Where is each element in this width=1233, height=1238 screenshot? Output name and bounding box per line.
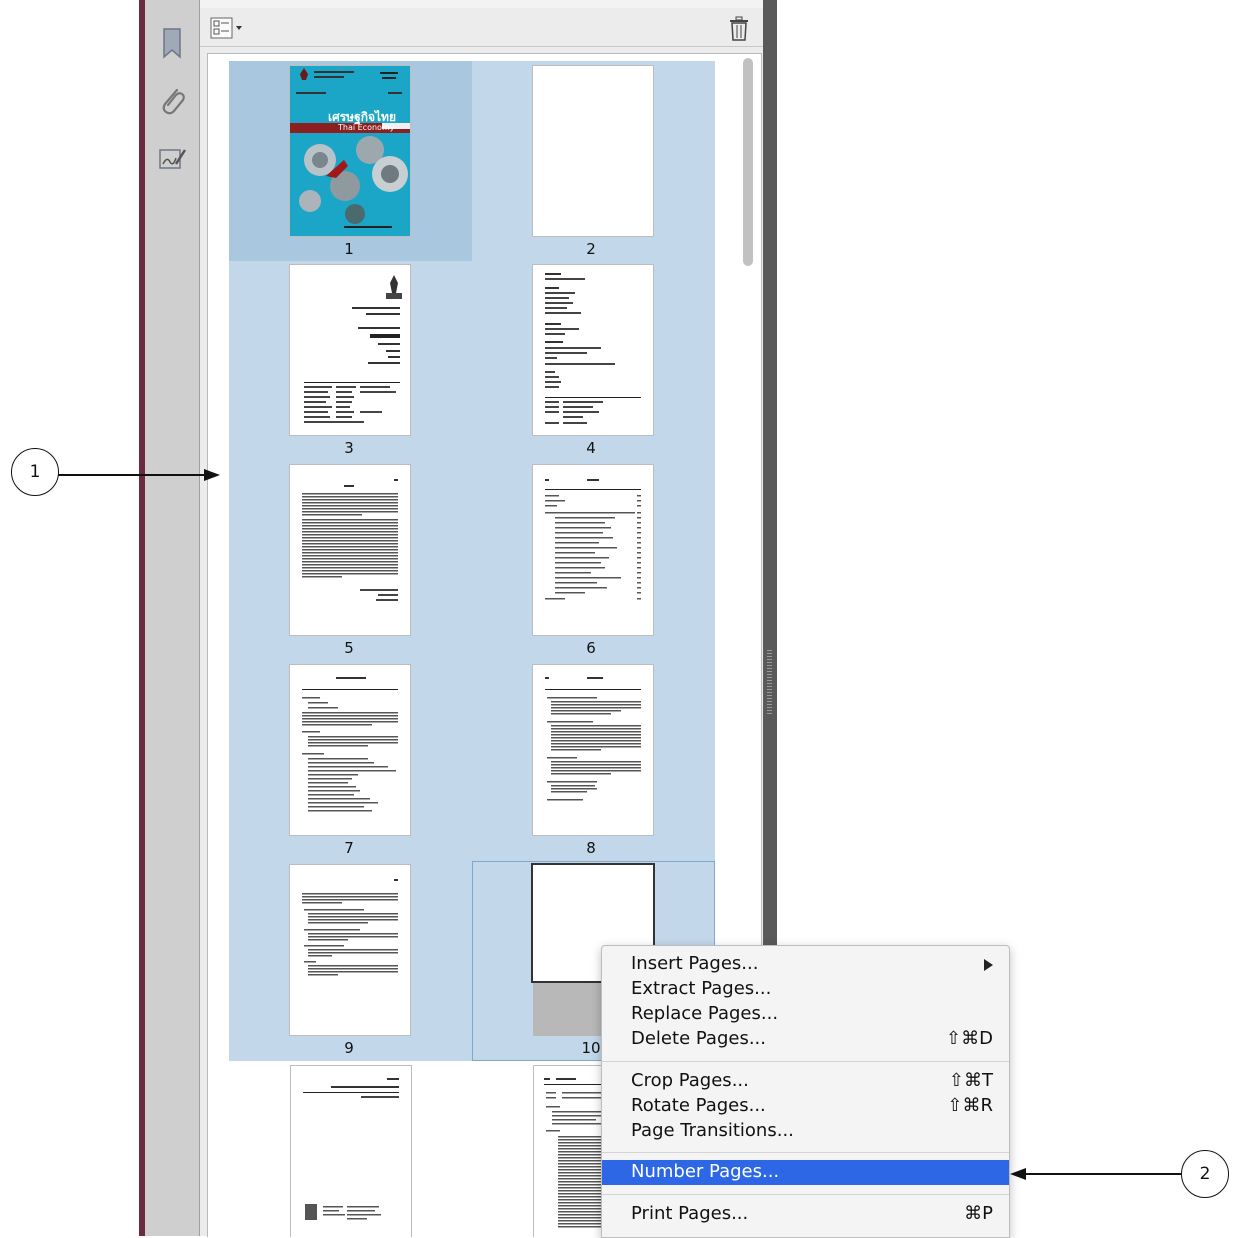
menu-item-print-pages[interactable]: Print Pages... ⌘P: [602, 1202, 1009, 1227]
menu-item-delete-pages[interactable]: Delete Pages... ⇧⌘D: [602, 1027, 1009, 1052]
submenu-arrow-icon: [984, 959, 993, 971]
signature-icon[interactable]: [155, 142, 189, 176]
menu-item-page-transitions[interactable]: Page Transitions...: [602, 1119, 1009, 1144]
bookmark-icon[interactable]: [155, 26, 189, 60]
callout-2-arrow: [1010, 1168, 1181, 1180]
menu-item-shortcut: ⇧⌘T: [948, 1070, 993, 1091]
menu-item-label: Print Pages...: [631, 1203, 749, 1224]
menu-item-shortcut: ⇧⌘D: [946, 1028, 993, 1049]
callout-1: 1: [11, 448, 59, 496]
page-number-2: 2: [586, 240, 596, 258]
page-number-6: 6: [586, 639, 596, 657]
page-number-8: 8: [586, 839, 596, 857]
navigation-sidebar: [145, 0, 200, 1236]
menu-item-shortcut: ⌘P: [964, 1203, 993, 1224]
page-number-4: 4: [586, 439, 596, 457]
page-number-7: 7: [344, 839, 354, 857]
menu-item-label: Rotate Pages...: [631, 1095, 766, 1116]
page-thumbnail-11[interactable]: [290, 1065, 412, 1237]
thumbnails-toolbar: [200, 10, 765, 47]
menu-item-insert-pages[interactable]: Insert Pages...: [602, 952, 1009, 977]
menu-item-shortcut: ⇧⌘R: [947, 1095, 993, 1116]
menu-item-label: Extract Pages...: [631, 978, 772, 999]
menu-item-replace-pages[interactable]: Replace Pages...: [602, 1002, 1009, 1027]
page-thumbnail-1[interactable]: เศรษฐกิจไทย Thai Economy: [290, 66, 410, 236]
callout-1-arrow: [58, 469, 220, 481]
page-options-icon[interactable]: [210, 17, 246, 39]
menu-item-label: Insert Pages...: [631, 953, 759, 974]
scrollbar-thumb[interactable]: [743, 58, 753, 266]
page-thumbnail-7[interactable]: [290, 665, 410, 835]
menu-item-label: Page Transitions...: [631, 1120, 794, 1141]
page-thumbnail-4[interactable]: [533, 265, 653, 435]
menu-item-label: Number Pages...: [631, 1161, 780, 1182]
menu-item-rotate-pages[interactable]: Rotate Pages... ⇧⌘R: [602, 1094, 1009, 1119]
paperclip-icon[interactable]: [155, 84, 189, 118]
menu-item-label: Delete Pages...: [631, 1028, 766, 1049]
page-number-9: 9: [344, 1039, 354, 1057]
page-options-menu: Insert Pages... Extract Pages... Replace…: [601, 945, 1010, 1238]
page-thumbnail-8[interactable]: [533, 665, 653, 835]
panel-top-strip: [200, 0, 765, 8]
menu-separator: [602, 1152, 1009, 1153]
page-thumbnail-2[interactable]: [533, 66, 653, 236]
cover-subtitle: Thai Economy: [338, 123, 395, 132]
page-thumbnail-5[interactable]: [290, 465, 410, 635]
page-thumbnail-9[interactable]: [290, 865, 410, 1035]
menu-item-label: Replace Pages...: [631, 1003, 779, 1024]
trash-icon[interactable]: [727, 16, 751, 42]
page-thumbnail-6[interactable]: [533, 465, 653, 635]
menu-separator: [602, 1061, 1009, 1062]
resize-grip[interactable]: [767, 650, 772, 715]
page-number-1: 1: [344, 240, 354, 258]
menu-item-label: Crop Pages...: [631, 1070, 749, 1091]
menu-item-crop-pages[interactable]: Crop Pages... ⇧⌘T: [602, 1069, 1009, 1094]
menu-item-number-pages[interactable]: Number Pages...: [602, 1160, 1009, 1185]
page-number-5: 5: [344, 639, 354, 657]
page-thumbnail-3[interactable]: [290, 265, 410, 435]
menu-item-extract-pages[interactable]: Extract Pages...: [602, 977, 1009, 1002]
page-number-3: 3: [344, 439, 354, 457]
menu-separator: [602, 1194, 1009, 1195]
callout-2: 2: [1181, 1150, 1229, 1198]
